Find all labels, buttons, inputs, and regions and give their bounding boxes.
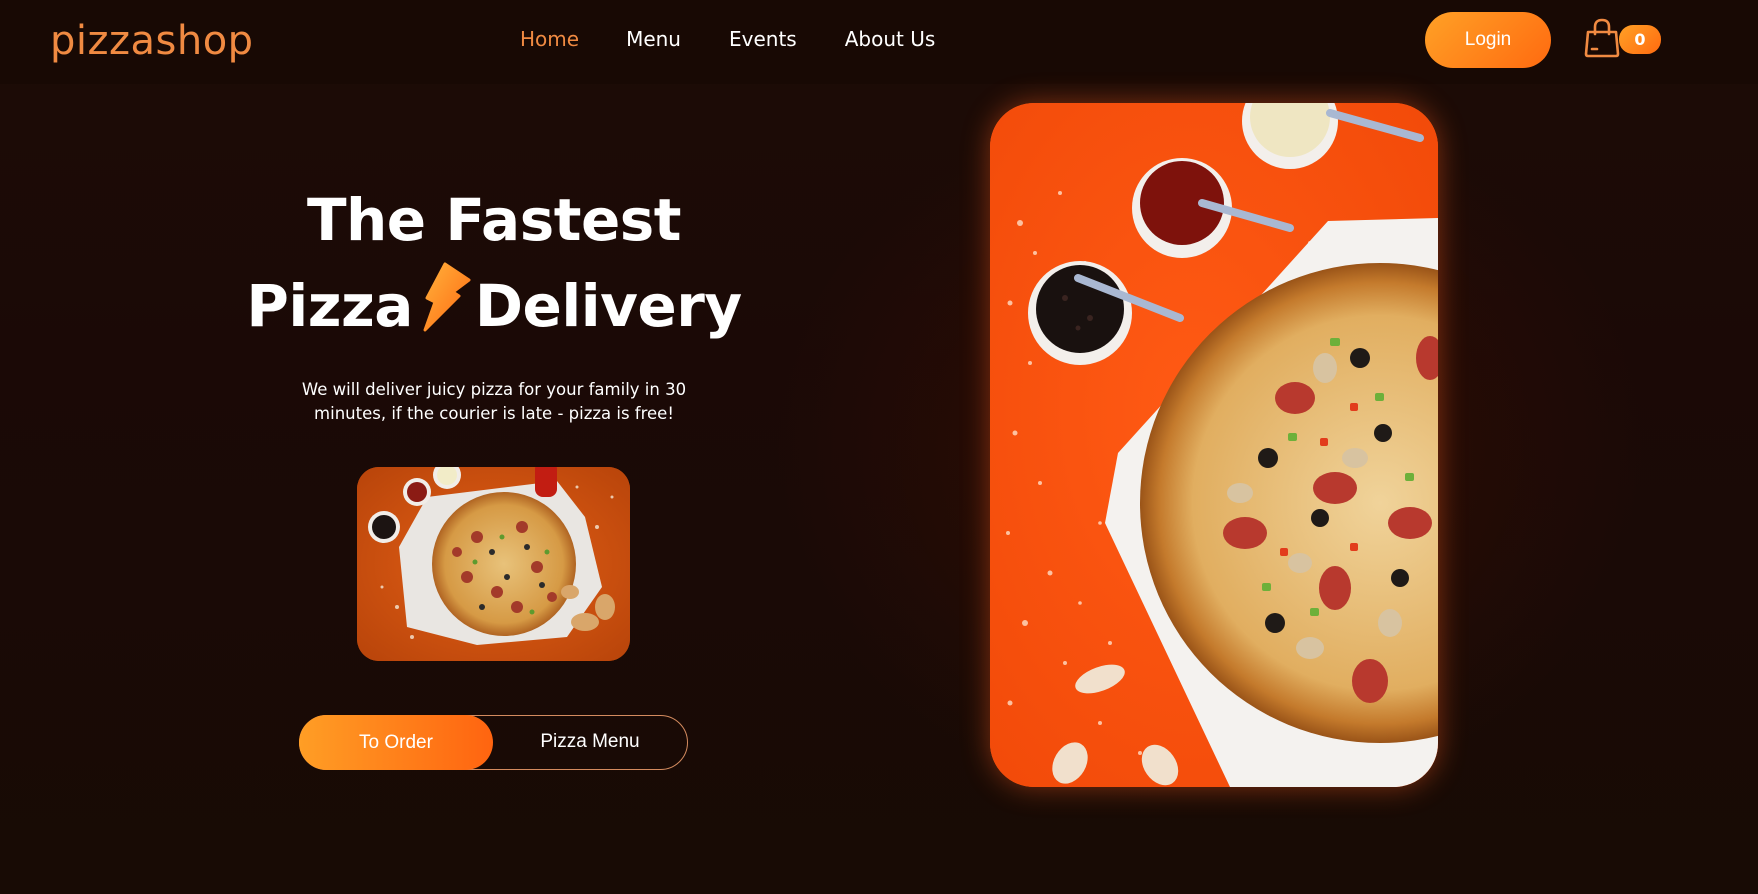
nav-events[interactable]: Events [729, 27, 797, 51]
hero-title-word-delivery: Delivery [474, 272, 742, 340]
logo[interactable]: pizzashop [50, 18, 254, 64]
nav-menu[interactable]: Menu [626, 27, 681, 51]
pizza-photo-thumbnail [357, 467, 630, 661]
cart-button[interactable]: 0 [1583, 18, 1663, 58]
login-button[interactable]: Login [1425, 12, 1551, 68]
lightning-bolt-icon [415, 262, 473, 334]
main-nav: Home Menu Events About Us [520, 27, 983, 51]
hero-title: The Fastest Pizza Delivery [240, 178, 748, 348]
pizza-menu-button[interactable]: Pizza Menu [493, 716, 687, 768]
hero-button-group: To Order Pizza Menu [299, 715, 688, 770]
nav-home[interactable]: Home [520, 27, 579, 51]
page: pizzashop Home Menu Events About Us Logi… [0, 0, 1758, 894]
shopping-bag-icon [1583, 18, 1621, 58]
pizza-photo-main [990, 103, 1438, 787]
header: pizzashop Home Menu Events About Us Logi… [0, 0, 1758, 84]
nav-about-us[interactable]: About Us [845, 27, 936, 51]
to-order-button[interactable]: To Order [299, 715, 493, 770]
hero-title-word-pizza: Pizza [246, 272, 413, 340]
cart-count-badge: 0 [1619, 25, 1661, 54]
hero-title-line2: Pizza Delivery [240, 262, 748, 348]
hero-description: We will deliver juicy pizza for your fam… [301, 380, 687, 423]
hero-title-line1: The Fastest [306, 186, 682, 254]
